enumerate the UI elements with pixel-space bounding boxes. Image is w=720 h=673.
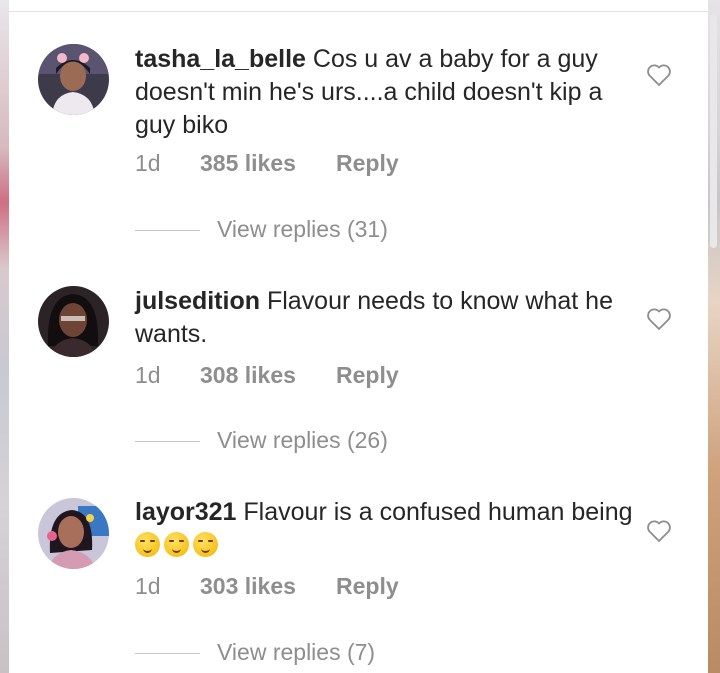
view-replies-label[interactable]: View replies (31): [217, 216, 388, 243]
comment-meta: 1d 385 likes Reply: [135, 150, 435, 180]
replies-divider: [135, 230, 200, 231]
avatar[interactable]: [38, 498, 109, 569]
scrollbar[interactable]: [710, 14, 717, 248]
comment-time: 1d: [135, 573, 161, 599]
heart-outline-icon[interactable]: [646, 519, 672, 543]
comment-username[interactable]: julsedition: [135, 287, 260, 315]
comment-text: tasha_la_belle Cos u av a baby for a guy…: [135, 43, 635, 142]
comment-username[interactable]: layor321: [135, 498, 236, 526]
avatar[interactable]: [38, 44, 109, 115]
comment-body: Flavour is a confused human being: [236, 498, 633, 526]
replies-divider: [135, 653, 200, 654]
reply-button[interactable]: Reply: [336, 573, 399, 600]
smirking-face-emoji: [164, 532, 189, 557]
view-replies[interactable]: View replies (26): [135, 427, 535, 457]
likes-count[interactable]: 308 likes: [200, 362, 296, 389]
comment-text: layor321 Flavour is a confused human bei…: [135, 496, 635, 562]
view-replies-label[interactable]: View replies (26): [217, 427, 388, 454]
likes-count[interactable]: 385 likes: [200, 150, 296, 177]
view-replies-label[interactable]: View replies (7): [217, 639, 375, 666]
heart-outline-icon[interactable]: [646, 63, 672, 87]
heart-outline-icon[interactable]: [646, 307, 672, 331]
comment-text: julsedition Flavour needs to know what h…: [135, 285, 635, 351]
avatar-photo-icon: [38, 498, 109, 569]
top-divider: [9, 11, 708, 12]
smirking-face-emoji: [135, 532, 160, 557]
replies-divider: [135, 441, 200, 442]
comments-panel: tasha_la_belle Cos u av a baby for a guy…: [9, 0, 717, 673]
comment-username[interactable]: tasha_la_belle: [135, 45, 306, 73]
comment-time: 1d: [135, 150, 161, 176]
comment-meta: 1d 303 likes Reply: [135, 573, 435, 603]
avatar-photo-icon: [38, 286, 109, 357]
view-replies[interactable]: View replies (7): [135, 639, 535, 669]
smirking-face-emoji: [193, 532, 218, 557]
comment-time: 1d: [135, 362, 161, 388]
comment-meta: 1d 308 likes Reply: [135, 362, 435, 392]
avatar[interactable]: [38, 286, 109, 357]
reply-button[interactable]: Reply: [336, 362, 399, 389]
likes-count[interactable]: 303 likes: [200, 573, 296, 600]
reply-button[interactable]: Reply: [336, 150, 399, 177]
view-replies[interactable]: View replies (31): [135, 216, 535, 246]
avatar-photo-icon: [38, 44, 109, 115]
background-photo-left-edge: [0, 0, 9, 673]
